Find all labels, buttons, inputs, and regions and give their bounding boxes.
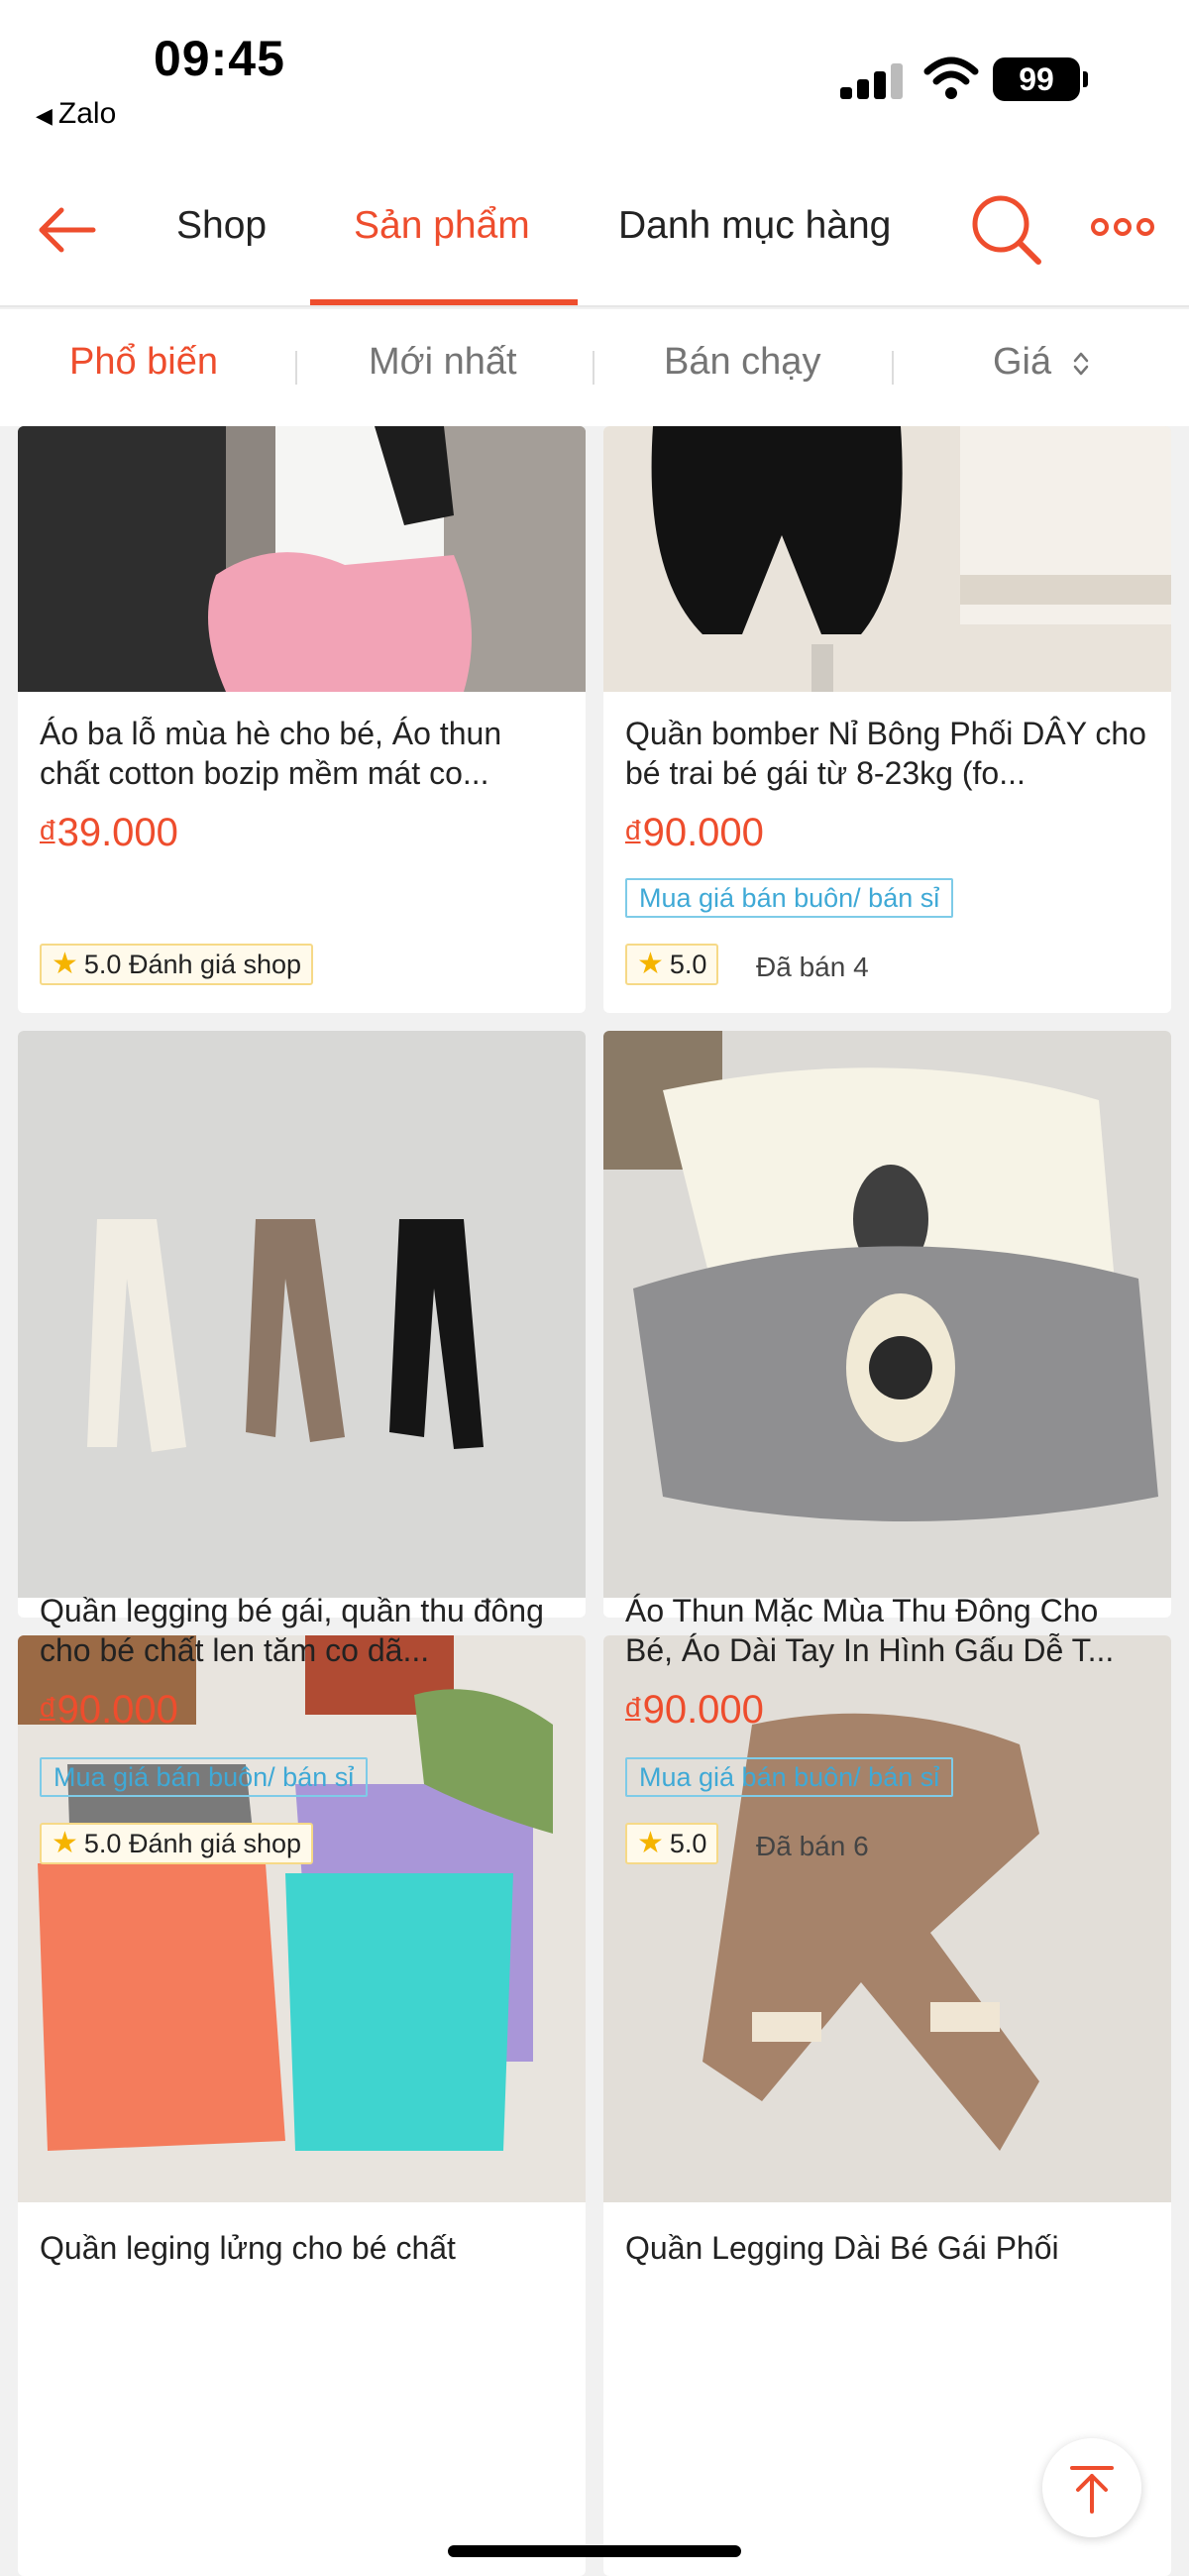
back-to-app-link[interactable]: ◀ Zalo xyxy=(36,97,116,131)
rating-text: 5.0 Đánh giá shop xyxy=(83,950,302,979)
product-title: Quần leging lửng cho bé chất xyxy=(40,2230,456,2266)
rating-badge: ★ 5.0 Đánh giá shop xyxy=(40,944,314,985)
price-value: 90.000 xyxy=(56,1688,178,1732)
currency-symbol: đ xyxy=(625,815,641,845)
cellular-signal-icon xyxy=(840,61,904,99)
wifi-icon xyxy=(923,56,979,99)
product-price: đ90.000 xyxy=(625,811,764,855)
sort-popular[interactable]: Phổ biến xyxy=(69,341,218,384)
product-image xyxy=(603,1031,1171,1598)
sort-divider xyxy=(295,351,297,385)
product-card[interactable]: Áo ba lỗ mùa hè cho bé, Áo thun chất cot… xyxy=(18,426,586,1013)
product-title: Quần legging bé gái, quần thu đông cho b… xyxy=(40,1593,544,1668)
rating-text: 5.0 xyxy=(669,950,707,979)
shop-top-nav: Shop Sản phẩm Danh mục hàng xyxy=(0,168,1189,307)
back-app-label: Zalo xyxy=(57,97,117,130)
sort-newest[interactable]: Mới nhất xyxy=(369,341,517,384)
sort-price-label: Giá xyxy=(993,341,1052,383)
product-card[interactable]: Quần bomber Nỉ Bông Phối DÂY cho bé trai… xyxy=(603,426,1171,1013)
status-bar: 09:45 ◀ Zalo 99 xyxy=(0,0,1189,168)
battery-indicator: 99 xyxy=(993,57,1088,101)
rating-badge: ★ 5.0 xyxy=(625,944,719,985)
currency-symbol: đ xyxy=(40,1692,55,1723)
sort-best-selling[interactable]: Bán chạy xyxy=(664,341,820,384)
rating-badge: ★ 5.0 xyxy=(625,1823,719,1864)
tab-shop[interactable]: Shop xyxy=(176,204,267,248)
product-price: đ90.000 xyxy=(625,1688,764,1733)
star-icon: ★ xyxy=(52,948,78,980)
search-icon[interactable] xyxy=(967,190,1046,270)
sort-arrows-icon xyxy=(1073,352,1088,376)
wholesale-badge[interactable]: Mua giá bán buôn/ bán sỉ xyxy=(625,1757,954,1797)
wholesale-badge[interactable]: Mua giá bán buôn/ bán sỉ xyxy=(625,878,954,918)
active-tab-indicator xyxy=(310,299,578,305)
star-icon: ★ xyxy=(637,948,664,980)
sort-divider xyxy=(892,351,894,385)
product-image xyxy=(18,426,586,692)
price-value: 90.000 xyxy=(642,811,764,854)
product-card[interactable] xyxy=(603,1031,1171,1618)
home-indicator xyxy=(448,2545,741,2557)
currency-symbol: đ xyxy=(625,1692,641,1723)
price-value: 39.000 xyxy=(56,811,178,854)
back-triangle-icon: ◀ xyxy=(36,103,53,128)
product-title: Quần bomber Nỉ Bông Phối DÂY cho bé trai… xyxy=(625,716,1146,791)
tab-products[interactable]: Sản phẩm xyxy=(354,204,530,248)
sold-count: Đã bán 4 xyxy=(756,952,869,982)
rating-text: 5.0 xyxy=(669,1829,707,1858)
product-title: Áo ba lỗ mùa hè cho bé, Áo thun chất cot… xyxy=(40,716,502,791)
product-grid: Áo ba lỗ mùa hè cho bé, Áo thun chất cot… xyxy=(0,426,1189,2576)
product-card[interactable] xyxy=(18,1031,586,1618)
sort-divider xyxy=(593,351,594,385)
more-icon[interactable] xyxy=(1090,212,1155,242)
wholesale-badge[interactable]: Mua giá bán buôn/ bán sỉ xyxy=(40,1757,369,1797)
status-time: 09:45 xyxy=(154,31,285,86)
rating-badge: ★ 5.0 Đánh giá shop xyxy=(40,1823,314,1864)
product-image xyxy=(18,1031,586,1598)
back-arrow-icon[interactable] xyxy=(36,198,99,262)
rating-text: 5.0 Đánh giá shop xyxy=(83,1829,302,1858)
price-value: 90.000 xyxy=(642,1688,764,1732)
star-icon: ★ xyxy=(52,1827,78,1859)
sort-price[interactable]: Giá xyxy=(993,341,1090,384)
sort-bar: Phổ biến Mới nhất Bán chạy Giá xyxy=(0,309,1189,426)
product-price: đ90.000 xyxy=(40,1688,178,1733)
tab-categories[interactable]: Danh mục hàng xyxy=(618,204,891,248)
product-title: Quần Legging Dài Bé Gái Phối xyxy=(625,2230,1059,2266)
currency-symbol: đ xyxy=(40,815,55,845)
product-title: Áo Thun Mặc Mùa Thu Đông Cho Bé, Áo Dài … xyxy=(625,1593,1115,1668)
product-image xyxy=(603,426,1171,692)
star-icon: ★ xyxy=(637,1827,664,1859)
product-price: đ39.000 xyxy=(40,811,178,855)
sold-count: Đã bán 6 xyxy=(756,1831,869,1861)
scroll-top-icon[interactable] xyxy=(1042,2438,1141,2537)
